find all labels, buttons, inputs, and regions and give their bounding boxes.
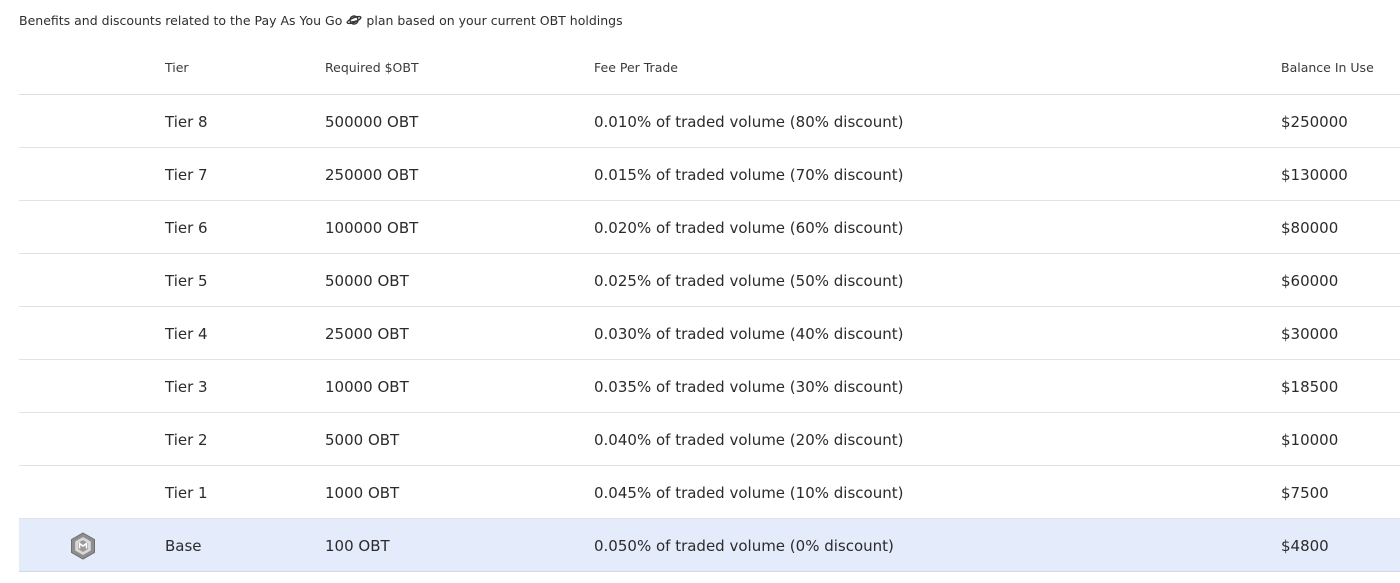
required-obt-cell: 250000 OBT (325, 166, 419, 184)
balance-cell: $130000 (1281, 166, 1348, 184)
tier-cell: Tier 7 (165, 166, 208, 184)
table-row: Tier 6 100000 OBT 0.020% of traded volum… (19, 201, 1400, 254)
table-row: Tier 2 5000 OBT 0.040% of traded volume … (19, 413, 1400, 466)
balance-cell: $80000 (1281, 219, 1339, 237)
fee-cell: 0.040% of traded volume (20% discount) (594, 431, 904, 449)
tier-cell: Tier 2 (165, 431, 208, 449)
table-row: Tier 8 500000 OBT 0.010% of traded volum… (19, 95, 1400, 148)
required-obt-cell: 10000 OBT (325, 378, 409, 396)
table-row: Tier 5 50000 OBT 0.025% of traded volume… (19, 254, 1400, 307)
required-obt-cell: 50000 OBT (325, 272, 409, 290)
tier-badge-icon (70, 532, 96, 560)
table-row: Tier 3 10000 OBT 0.035% of traded volume… (19, 360, 1400, 413)
tier-cell: Tier 3 (165, 378, 208, 396)
column-header-tier: Tier (165, 60, 189, 75)
tier-cell: Tier 8 (165, 113, 208, 131)
fee-cell: 0.025% of traded volume (50% discount) (594, 272, 904, 290)
intro-text: Benefits and discounts related to the Pa… (19, 13, 623, 28)
intro-text-before: Benefits and discounts related to the Pa… (19, 13, 343, 28)
tier-cell: Tier 4 (165, 325, 208, 343)
required-obt-cell: 100000 OBT (325, 219, 419, 237)
tier-cell: Tier 5 (165, 272, 208, 290)
balance-cell: $18500 (1281, 378, 1339, 396)
tier-cell: Tier 6 (165, 219, 208, 237)
tier-cell: Base (165, 537, 202, 555)
intro-text-after: plan based on your current OBT holdings (366, 13, 623, 28)
fee-cell: 0.050% of traded volume (0% discount) (594, 537, 894, 555)
tier-cell: Tier 1 (165, 484, 208, 502)
tier-table: Tier Required $OBT Fee Per Trade Balance… (19, 40, 1400, 572)
fee-cell: 0.045% of traded volume (10% discount) (594, 484, 904, 502)
table-row: Tier 1 1000 OBT 0.045% of traded volume … (19, 466, 1400, 519)
balance-cell: $250000 (1281, 113, 1348, 131)
fee-cell: 0.030% of traded volume (40% discount) (594, 325, 904, 343)
required-obt-cell: 5000 OBT (325, 431, 400, 449)
balance-cell: $4800 (1281, 537, 1329, 555)
balance-cell: $30000 (1281, 325, 1339, 343)
column-header-fee-per-trade: Fee Per Trade (594, 60, 678, 75)
table-row: Tier 4 25000 OBT 0.030% of traded volume… (19, 307, 1400, 360)
balance-cell: $7500 (1281, 484, 1329, 502)
fee-cell: 0.015% of traded volume (70% discount) (594, 166, 904, 184)
required-obt-cell: 1000 OBT (325, 484, 400, 502)
column-header-balance-in-use: Balance In Use (1281, 60, 1374, 75)
balance-cell: $10000 (1281, 431, 1339, 449)
balance-cell: $60000 (1281, 272, 1339, 290)
required-obt-cell: 25000 OBT (325, 325, 409, 343)
planet-icon (346, 14, 362, 26)
fee-cell: 0.020% of traded volume (60% discount) (594, 219, 904, 237)
required-obt-cell: 500000 OBT (325, 113, 419, 131)
table-row-current-tier: Base 100 OBT 0.050% of traded volume (0%… (19, 519, 1400, 572)
fee-cell: 0.010% of traded volume (80% discount) (594, 113, 904, 131)
table-row: Tier 7 250000 OBT 0.015% of traded volum… (19, 148, 1400, 201)
table-header: Tier Required $OBT Fee Per Trade Balance… (19, 40, 1400, 95)
tier-benefits-page: Benefits and discounts related to the Pa… (0, 0, 1400, 583)
required-obt-cell: 100 OBT (325, 537, 390, 555)
column-header-required-obt: Required $OBT (325, 60, 419, 75)
fee-cell: 0.035% of traded volume (30% discount) (594, 378, 904, 396)
